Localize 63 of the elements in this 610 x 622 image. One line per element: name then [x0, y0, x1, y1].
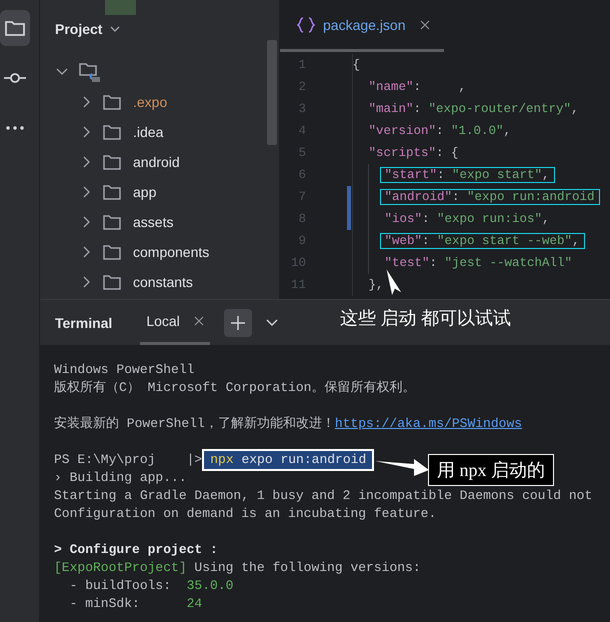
terminal-text: Using the following versions: — [193, 560, 421, 575]
terminal-text: Configuration on demand is an incubating feature. — [54, 506, 436, 521]
selected-command: npx expo run:android — [204, 451, 372, 469]
terminal-text: 版权所有（C） Microsoft Corporation。保留所有权利。 — [54, 380, 416, 395]
terminal-text: Windows PowerShell — [54, 362, 194, 377]
terminal-text: 安装最新的 PowerShell，了解新功能和改进！ — [54, 416, 335, 431]
terminal-text: Starting a Gradle Daemon, 1 busy and 2 incompatible Daemons could not — [54, 488, 592, 503]
project-folder-icon[interactable] — [78, 61, 102, 83]
annotation-text: 这些 启动 都可以试试 — [340, 307, 511, 330]
terminal-text: - minSdk: — [68, 596, 141, 611]
code-line: }, — [368, 277, 385, 293]
tree-item[interactable]: components — [40, 237, 279, 267]
terminal-text: - buildTools: — [68, 578, 172, 593]
title-bar-block — [105, 0, 136, 15]
chevron-down-icon[interactable] — [110, 26, 120, 32]
plus-icon[interactable] — [230, 316, 245, 330]
chevron-down-icon[interactable] — [266, 318, 278, 326]
folder-icon — [103, 124, 121, 140]
tree-item[interactable]: constants — [40, 267, 279, 297]
editor-tab[interactable]: package.json — [280, 0, 444, 52]
terminal-text: › Building app... — [54, 470, 187, 485]
folder-icon — [103, 94, 121, 110]
scrollbar[interactable] — [267, 40, 277, 145]
link[interactable]: https://aka.ms/PSWindows — [334, 416, 522, 431]
panel-title: Terminal — [55, 314, 112, 330]
add-button[interactable] — [224, 308, 252, 336]
close-icon[interactable] — [194, 316, 204, 326]
chevron-right-icon[interactable] — [83, 126, 91, 138]
close-icon[interactable] — [420, 20, 430, 30]
tree-item[interactable]: assets — [40, 207, 279, 237]
terminal-text: 24 — [186, 596, 202, 611]
terminal-text: PS E:\My\proj |> — [54, 452, 202, 467]
code-line: "scripts": { — [368, 145, 460, 161]
terminal-text: > Configure project : — [54, 542, 218, 557]
chevron-right-icon[interactable] — [83, 216, 91, 228]
chevron-right-icon[interactable] — [83, 96, 91, 108]
terminal-tab[interactable]: Local — [140, 300, 210, 345]
folder-icon — [103, 244, 121, 260]
code-line: "main": "expo-router/entry", — [368, 101, 580, 117]
code-line: "name": , — [368, 79, 468, 95]
tree-item[interactable]: android — [40, 147, 279, 177]
chevron-right-icon[interactable] — [83, 276, 91, 288]
tree-item[interactable]: .idea — [40, 117, 279, 147]
braces-icon — [297, 16, 315, 32]
chevron-right-icon[interactable] — [83, 186, 91, 198]
code-line: "test": "jest --watchAll" — [384, 255, 574, 271]
chevron-right-icon[interactable] — [83, 246, 91, 258]
chevron-down-icon[interactable] — [56, 68, 68, 76]
folder-icon[interactable] — [0, 10, 30, 46]
terminal-text: [ExpoRootProject] — [54, 560, 187, 575]
folder-icon — [103, 274, 121, 290]
chevron-right-icon[interactable] — [83, 156, 91, 168]
tree-item[interactable]: app — [40, 177, 279, 207]
folder-icon — [103, 154, 121, 170]
code-line: { — [352, 57, 362, 73]
tree-item[interactable]: .expo — [40, 87, 279, 117]
callout-label: 用 npx 启动的 — [428, 454, 554, 486]
terminal-text: 35.0.0 — [186, 578, 234, 593]
code-line: "version": "1.0.0", — [368, 123, 512, 139]
folder-icon — [103, 184, 121, 200]
code-line: "ios": "expo run:ios", — [384, 211, 551, 227]
panel-title: Project — [55, 21, 102, 37]
folder-icon — [103, 214, 121, 230]
